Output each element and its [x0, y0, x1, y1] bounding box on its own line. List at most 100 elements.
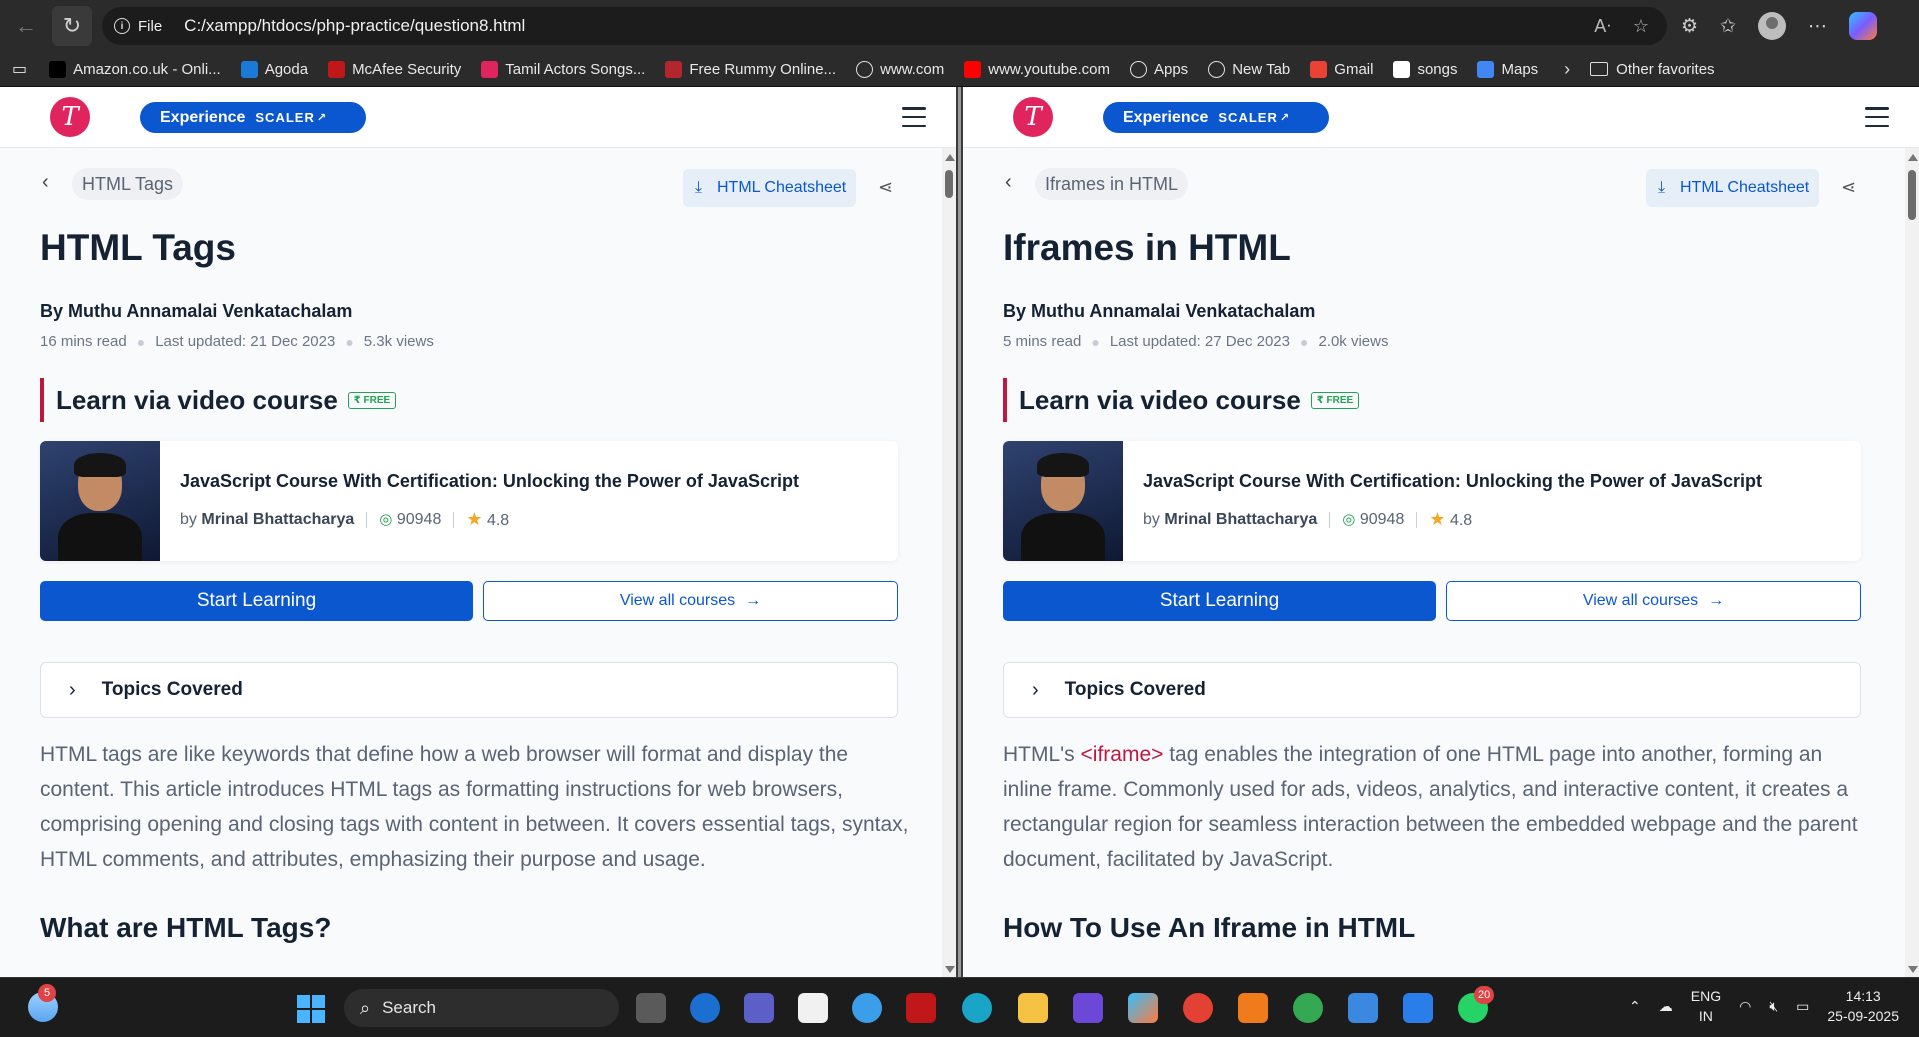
topics-covered-accordion[interactable]: › Topics Covered	[40, 662, 898, 718]
hp-icon[interactable]	[690, 993, 720, 1023]
favorite-label: Maps	[1501, 60, 1539, 78]
google-icon	[1477, 60, 1495, 78]
favorite-3[interactable]: Tamil Actors Songs...	[481, 60, 646, 78]
back-arrow-icon[interactable]: ←	[6, 6, 46, 46]
favorite-7[interactable]: Apps	[1129, 60, 1188, 78]
scroll-down-icon[interactable]	[1908, 966, 1918, 973]
html-cheatsheet-button[interactable]: HTML Cheatsheet	[1646, 169, 1820, 207]
start-learning-button[interactable]: Start Learning	[1003, 581, 1436, 621]
course-title[interactable]: JavaScript Course With Certification: Un…	[180, 471, 799, 492]
favorite-label: Gmail	[1334, 60, 1374, 78]
help-icon[interactable]	[852, 993, 882, 1023]
network-warning-icon[interactable]: ☁	[1659, 998, 1673, 1015]
favorites-icon[interactable]: ✩	[1720, 15, 1736, 38]
scroll-up-icon[interactable]	[945, 154, 955, 161]
copilot-icon[interactable]	[1848, 12, 1877, 40]
course-card[interactable]: JavaScript Course With Certification: Un…	[40, 441, 898, 561]
split-divider[interactable]	[956, 87, 963, 977]
scroll-thumb[interactable]	[1908, 170, 1916, 220]
author[interactable]: By Muthu Annamalai Venkatachalam	[1003, 301, 1315, 322]
other-favorites[interactable]: Other favorites	[1590, 61, 1715, 78]
favorite-8[interactable]: New Tab	[1208, 60, 1290, 78]
video-course-heading: Learn via video course ₹ FREE	[1003, 378, 1360, 422]
start-learning-button[interactable]: Start Learning	[40, 581, 473, 621]
info-icon[interactable]: i	[114, 18, 130, 34]
scaler-logo[interactable]: T	[50, 97, 90, 137]
store-icon[interactable]	[798, 993, 828, 1023]
battery-icon[interactable]: ▭	[1796, 998, 1809, 1015]
chevron-up-icon[interactable]: ⌃	[1629, 998, 1641, 1015]
copilot-icon[interactable]	[1128, 993, 1158, 1023]
scroll-thumb[interactable]	[945, 170, 953, 198]
share-icon[interactable]: ⋖	[1841, 177, 1856, 198]
experience-scaler-button[interactable]: Experience SCALER ↗	[140, 102, 366, 133]
author[interactable]: By Muthu Annamalai Venkatachalam	[40, 301, 352, 322]
favorite-star-icon[interactable]: ☆	[1633, 16, 1649, 37]
favorite-10[interactable]: songs	[1393, 60, 1457, 78]
view-all-courses-button[interactable]: View all courses →	[1446, 581, 1861, 621]
iframe-tag-link[interactable]: <iframe>	[1081, 743, 1164, 766]
language-indicator[interactable]: ENG IN	[1691, 986, 1721, 1026]
xampp-icon[interactable]	[1238, 993, 1268, 1023]
taskbar-search[interactable]: ⌕ Search	[344, 989, 619, 1027]
favorite-11[interactable]: Maps	[1477, 60, 1539, 78]
windows-start-icon[interactable]	[297, 995, 325, 1023]
chevron-right-icon[interactable]: ›	[1564, 59, 1570, 80]
mcafee-icon[interactable]	[906, 993, 936, 1023]
more-menu-icon[interactable]: ⋯	[1808, 15, 1827, 38]
scaler-logo[interactable]: T	[1013, 97, 1053, 137]
wifi-icon[interactable]: ◠	[1739, 998, 1751, 1015]
hamburger-menu-icon[interactable]	[1865, 107, 1889, 127]
address-bar[interactable]: i File C:/xampp/htdocs/php-practice/ques…	[102, 7, 1667, 45]
speaker-muted-icon[interactable]: 🔇︎	[1769, 998, 1778, 1015]
favorite-6[interactable]: www.youtube.com	[964, 60, 1110, 78]
last-updated: Last updated: 21 Dec 2023	[155, 333, 336, 350]
html-cheatsheet-button[interactable]: HTML Cheatsheet	[683, 169, 857, 207]
reload-icon[interactable]: ↻	[52, 6, 92, 46]
vertical-scrollbar[interactable]	[942, 148, 956, 977]
course-card[interactable]: JavaScript Course With Certification: Un…	[1003, 441, 1861, 561]
course-rating: 4.8	[486, 512, 510, 529]
favorite-0[interactable]: Amazon.co.uk - Onli...	[49, 60, 221, 78]
read-time: 5 mins read	[1003, 333, 1082, 350]
view-all-courses-button[interactable]: View all courses →	[483, 581, 898, 621]
file-explorer-icon[interactable]	[1018, 993, 1048, 1023]
favorite-2[interactable]: McAfee Security	[328, 60, 461, 78]
vertical-scrollbar[interactable]	[1905, 148, 1919, 977]
chrome-profile-icon[interactable]	[1293, 993, 1323, 1023]
experience-scaler-button[interactable]: Experience SCALER ↗	[1103, 102, 1329, 133]
notepad-icon[interactable]	[1348, 993, 1378, 1023]
photos-icon[interactable]	[1403, 993, 1433, 1023]
reading-list-icon[interactable]: ▭	[12, 59, 27, 79]
topics-covered-accordion[interactable]: › Topics Covered	[1003, 662, 1861, 718]
teams-icon[interactable]	[744, 993, 774, 1023]
favorite-5[interactable]: www.com	[856, 60, 944, 78]
hamburger-menu-icon[interactable]	[902, 107, 926, 127]
favorite-4[interactable]: Free Rummy Online...	[665, 60, 836, 78]
media-app-icon[interactable]	[1073, 993, 1103, 1023]
scroll-up-icon[interactable]	[1908, 154, 1918, 161]
chrome-icon[interactable]	[1183, 993, 1213, 1023]
breadcrumb[interactable]: Iframes in HTML	[1035, 168, 1189, 200]
chevron-left-icon[interactable]: ‹	[1005, 171, 1012, 194]
favorite-label: Tamil Actors Songs...	[505, 60, 646, 78]
clock[interactable]: 14:13 25-09-2025	[1827, 986, 1899, 1026]
breadcrumb[interactable]: HTML Tags	[72, 168, 184, 200]
share-icon[interactable]: ⋖	[878, 177, 893, 198]
task-view-icon[interactable]	[636, 993, 666, 1023]
edge-icon[interactable]	[962, 993, 992, 1023]
section-heading: What are HTML Tags?	[40, 912, 332, 943]
video-heading-text: Learn via video course	[1019, 384, 1301, 415]
globe-icon	[1208, 60, 1226, 78]
extensions-icon[interactable]: ⚙	[1681, 15, 1698, 38]
favorite-9[interactable]: Gmail	[1310, 60, 1374, 78]
profile-avatar[interactable]	[1757, 12, 1786, 40]
scroll-down-icon[interactable]	[945, 966, 955, 973]
url-text[interactable]: C:/xampp/htdocs/php-practice/question8.h…	[184, 16, 525, 36]
chevron-left-icon[interactable]: ‹	[42, 171, 49, 194]
course-title[interactable]: JavaScript Course With Certification: Un…	[1143, 471, 1762, 492]
scaler-label: SCALER	[1218, 110, 1278, 125]
favorite-1[interactable]: Agoda	[240, 60, 308, 78]
read-aloud-icon[interactable]: Aᐧ	[1594, 16, 1611, 37]
search-label: Search	[382, 998, 436, 1017]
